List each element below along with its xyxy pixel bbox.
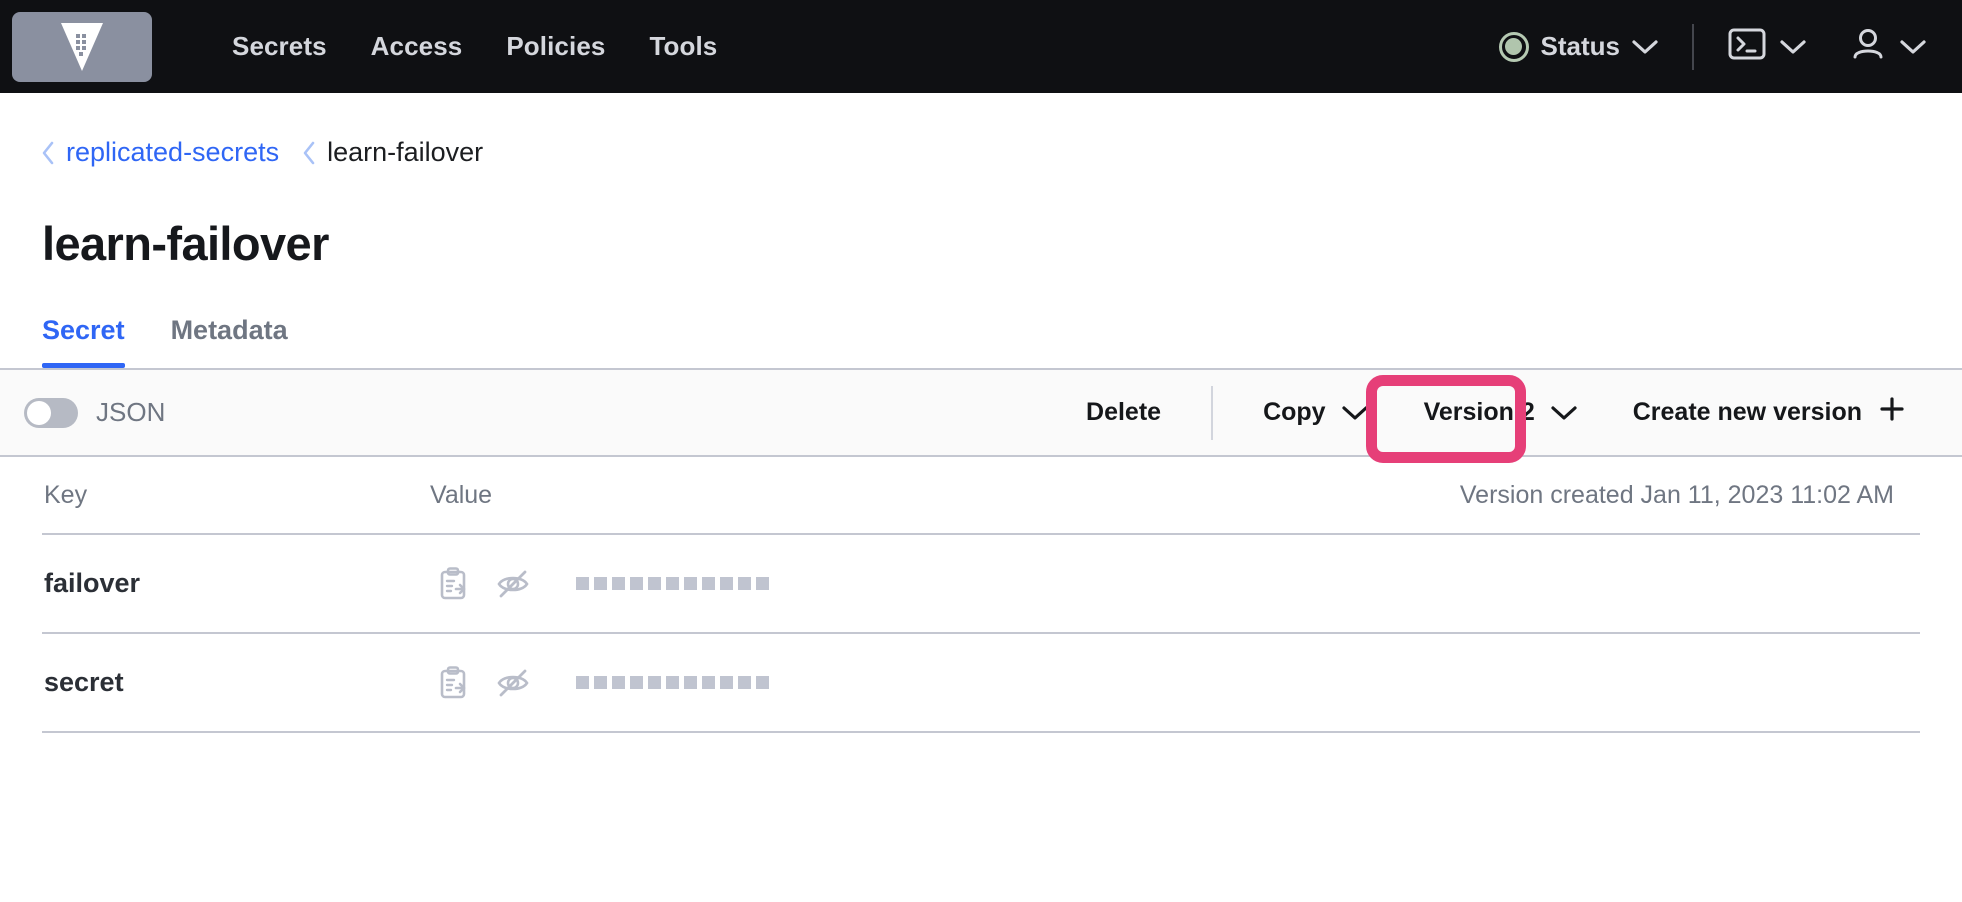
nav-link-access[interactable]: Access bbox=[371, 31, 463, 62]
delete-button-label: Delete bbox=[1086, 398, 1162, 426]
chevron-down-icon bbox=[1632, 39, 1658, 55]
chevron-left-icon bbox=[303, 141, 316, 165]
secret-key-name: secret bbox=[44, 667, 124, 697]
breadcrumb-link-parent[interactable]: replicated-secrets bbox=[66, 137, 279, 168]
table-header-row: Key Value Version created Jan 11, 2023 1… bbox=[42, 457, 1920, 535]
chevron-down-icon bbox=[1780, 39, 1806, 55]
version-button-label: Version 2 bbox=[1423, 398, 1535, 426]
tab-bar: Secret Metadata bbox=[42, 315, 1920, 368]
copy-dropdown-button[interactable]: Copy bbox=[1235, 398, 1396, 427]
copy-to-clipboard-icon[interactable] bbox=[430, 566, 476, 601]
tab-secret[interactable]: Secret bbox=[42, 315, 125, 368]
secret-toolbar: JSON Delete Copy Version 2 Create new ve… bbox=[0, 368, 1962, 463]
masked-secret-value bbox=[576, 676, 769, 689]
vault-logo-button[interactable] bbox=[12, 11, 152, 82]
nav-link-policies[interactable]: Policies bbox=[506, 31, 605, 62]
column-header-value: Value bbox=[430, 480, 493, 509]
eye-off-icon[interactable] bbox=[490, 668, 536, 698]
top-navbar: Secrets Access Policies Tools Status bbox=[0, 0, 1962, 93]
vault-logo-icon bbox=[59, 21, 105, 73]
user-icon bbox=[1850, 27, 1886, 66]
status-indicator-icon bbox=[1498, 31, 1529, 62]
chevron-left-icon bbox=[42, 141, 55, 165]
user-menu-button[interactable] bbox=[1850, 27, 1926, 66]
console-toggle-button[interactable] bbox=[1728, 27, 1806, 66]
version-dropdown-button[interactable]: Version 2 bbox=[1396, 398, 1605, 427]
plus-icon bbox=[1878, 395, 1906, 430]
create-new-version-button[interactable]: Create new version bbox=[1605, 395, 1934, 430]
navbar-right-cluster: Status bbox=[1498, 23, 1962, 70]
secret-key-name: failover bbox=[44, 568, 141, 598]
chevron-down-icon bbox=[1341, 405, 1368, 421]
chevron-down-icon bbox=[1551, 405, 1577, 421]
json-toggle[interactable]: JSON bbox=[24, 397, 165, 428]
breadcrumb: replicated-secrets learn-failover bbox=[42, 93, 1920, 168]
version-created-timestamp: Version created Jan 11, 2023 11:02 AM bbox=[1459, 480, 1894, 509]
eye-off-icon[interactable] bbox=[490, 569, 536, 599]
tab-metadata[interactable]: Metadata bbox=[171, 315, 288, 368]
nav-link-secrets[interactable]: Secrets bbox=[232, 31, 327, 62]
copy-to-clipboard-icon[interactable] bbox=[430, 665, 476, 700]
secret-value-cell bbox=[430, 665, 769, 700]
primary-nav: Secrets Access Policies Tools bbox=[232, 31, 717, 62]
copy-button-label: Copy bbox=[1263, 398, 1326, 426]
secret-value-cell bbox=[430, 566, 769, 601]
page-body: replicated-secrets learn-failover learn-… bbox=[0, 93, 1962, 368]
column-header-key: Key bbox=[44, 480, 88, 509]
nav-link-tools[interactable]: Tools bbox=[649, 31, 717, 62]
secret-table: Key Value Version created Jan 11, 2023 1… bbox=[0, 457, 1962, 733]
json-toggle-label: JSON bbox=[96, 397, 166, 427]
page-title: learn-failover bbox=[42, 217, 329, 270]
status-label: Status bbox=[1540, 31, 1620, 61]
breadcrumb-current: learn-failover bbox=[327, 137, 484, 167]
delete-button[interactable]: Delete bbox=[1058, 398, 1189, 427]
toolbar-actions: Delete Copy Version 2 Create new version bbox=[1058, 370, 1934, 455]
create-new-version-label: Create new version bbox=[1632, 398, 1862, 426]
chevron-down-icon bbox=[1900, 39, 1926, 55]
status-menu-button[interactable]: Status bbox=[1498, 31, 1658, 62]
table-row: failover bbox=[42, 535, 1920, 634]
terminal-icon bbox=[1728, 27, 1766, 66]
json-toggle-switch[interactable] bbox=[24, 397, 78, 428]
toolbar-divider bbox=[1211, 385, 1214, 440]
masked-secret-value bbox=[576, 577, 769, 590]
table-row: secret bbox=[42, 634, 1920, 733]
navbar-divider bbox=[1692, 23, 1694, 70]
